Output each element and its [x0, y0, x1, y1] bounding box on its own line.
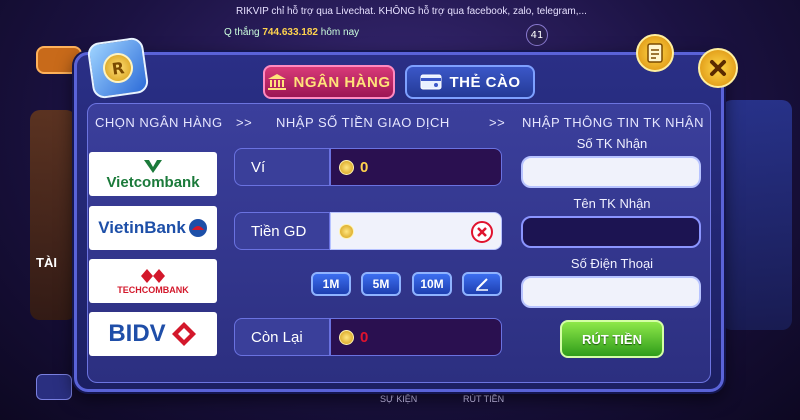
receiver-info-heading: NHẬP THÔNG TIN TK NHẬN [522, 115, 704, 130]
arrow-1: >> [236, 115, 253, 130]
account-number-label: Số TK Nhận [576, 136, 648, 151]
phone-label: Số Điện Thoại [570, 256, 654, 271]
vietcombank-logo-icon [144, 159, 162, 173]
clear-amount-icon[interactable] [471, 221, 493, 243]
remaining-label: Còn Lại [234, 318, 330, 356]
right-game-tile [722, 100, 792, 330]
bank-techcombank[interactable]: TECHCOMBANK [89, 259, 217, 303]
bank-vietinbank[interactable]: VietinBank [89, 206, 217, 250]
account-number-input[interactable] [521, 156, 701, 188]
side-label: TÀI [36, 255, 57, 270]
coin-icon [339, 223, 354, 239]
left-game-tile [30, 110, 76, 320]
card-icon [420, 74, 441, 90]
quick-amount-1m[interactable]: 1M [311, 272, 351, 296]
account-name-input[interactable] [521, 216, 701, 248]
winner-ticker: Q thắng 744.633.182 hôm nay [224, 27, 360, 38]
remaining-value-field: 0 [330, 318, 502, 356]
room-count-badge: 41 [526, 24, 548, 46]
history-icon[interactable] [636, 34, 674, 72]
wallet-value-field: 0 [330, 148, 502, 186]
phone-input[interactable] [521, 276, 701, 308]
nav-events[interactable]: SỰ KIỆN [380, 394, 417, 404]
bank-vietcombank[interactable]: Vietcombank [89, 152, 217, 196]
tab-scratch-card[interactable]: THẺ CÀO [405, 65, 535, 99]
enter-amount-heading: NHẬP SỐ TIỀN GIAO DỊCH [276, 115, 450, 130]
account-name-label: Tên TK Nhận [573, 196, 651, 211]
withdraw-button[interactable]: RÚT TIỀN [560, 320, 664, 358]
tab-bank[interactable]: NGÂN HÀNG [263, 65, 395, 99]
techcombank-logo-icon [141, 269, 165, 283]
coin-icon [339, 329, 354, 345]
edit-amount-button[interactable] [462, 272, 502, 296]
wallet-value: 0 [360, 158, 369, 176]
quick-amount-5m[interactable]: 5M [361, 272, 401, 296]
arrow-2: >> [489, 115, 506, 130]
tab-bank-label: NGÂN HÀNG [293, 73, 391, 91]
choose-bank-heading: CHỌN NGÂN HÀNG [95, 115, 223, 130]
rikvip-logo-icon: R [86, 36, 150, 100]
transaction-amount-input[interactable] [330, 212, 502, 250]
coin-icon [339, 159, 354, 175]
tab-card-label: THẺ CÀO [449, 73, 521, 91]
bidv-logo-icon [171, 322, 196, 346]
vietinbank-logo-icon [188, 219, 207, 237]
menu-icon[interactable] [36, 374, 72, 400]
nav-withdraw[interactable]: RÚT TIỀN [463, 394, 504, 404]
wallet-label: Ví [234, 148, 330, 186]
transaction-label: Tiền GD [234, 212, 330, 250]
bank-icon [267, 74, 286, 90]
quick-amount-10m[interactable]: 10M [412, 272, 452, 296]
announcement-ticker: RIKVIP chỉ hỗ trợ qua Livechat. KHÔNG hỗ… [236, 6, 587, 17]
remaining-value: 0 [360, 328, 369, 346]
pencil-icon [476, 278, 488, 291]
bank-bidv[interactable]: BIDV [89, 312, 217, 356]
close-icon[interactable] [698, 48, 738, 88]
